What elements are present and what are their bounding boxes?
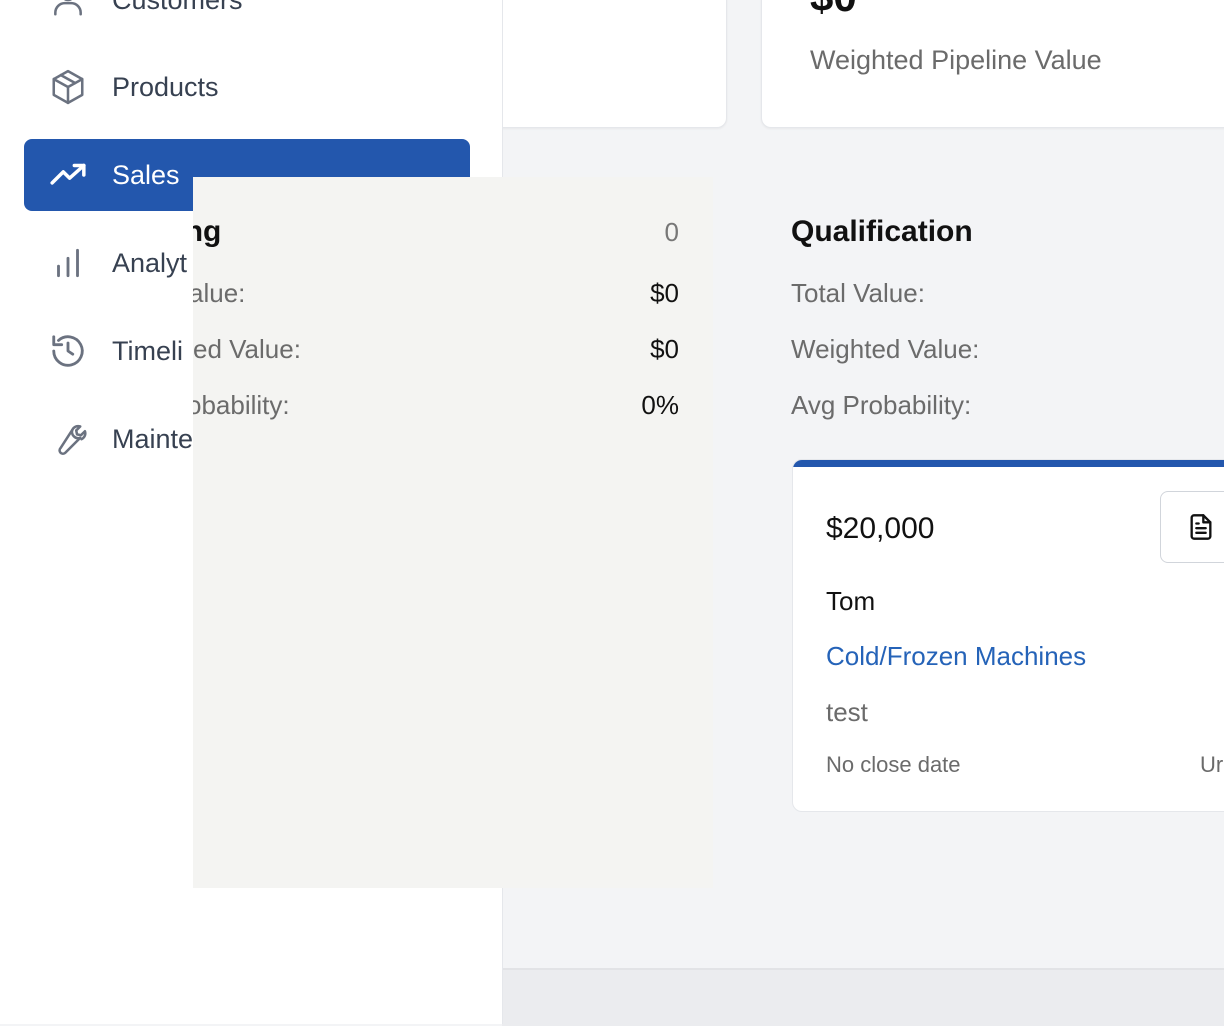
deal-product-link[interactable]: Cold/Frozen Machines (826, 641, 1086, 672)
weighted-value-label: Weighted Value: (791, 334, 980, 364)
avg-probability: 0% (641, 390, 679, 420)
weighted-pipeline-card: $0 Weighted Pipeline Value (761, 0, 1224, 128)
weighted-value: $0 (650, 334, 679, 364)
bar-chart-icon (48, 243, 88, 283)
column-title: ecting (193, 215, 222, 248)
deal-owner: Ur (1200, 752, 1224, 777)
avg-probability-label: obability: (193, 390, 290, 420)
deal-card-accent-bar (793, 460, 1224, 467)
total-value-label: alue: (193, 278, 246, 308)
total-value-label: Total Value: (791, 278, 925, 308)
deal-note: test (826, 697, 868, 727)
deal-close-date: No close date (826, 752, 961, 777)
cube-icon (48, 67, 88, 107)
column-count: 0 (664, 217, 679, 247)
trending-up-icon (48, 155, 88, 195)
sidebar-item-label: Analyt (112, 247, 188, 278)
document-icon (1190, 514, 1212, 540)
dragged-column-overlay[interactable]: ecting 0 alue: $0 ed Value: $0 obability… (193, 177, 713, 888)
sidebar-item-label: Customers (112, 0, 243, 16)
deal-contact: Tom (826, 586, 876, 616)
sidebar-item-label: Sales (112, 159, 180, 190)
qualification-title: Qualification (791, 215, 973, 248)
history-icon (48, 331, 88, 371)
sidebar-item-label: Mainte (112, 423, 194, 454)
total-value: $0 (650, 278, 679, 308)
weighted-pipeline-value: $0 (810, 0, 857, 21)
weighted-pipeline-label: Weighted Pipeline Value (810, 45, 1102, 75)
sidebar-item-customers[interactable]: Customers (24, 0, 470, 36)
users-icon (48, 0, 88, 20)
sidebar-item-products[interactable]: Products (24, 51, 470, 123)
board-footer (502, 968, 1224, 1026)
weighted-value-label: ed Value: (193, 334, 301, 364)
sidebar-item-label: Timeli (112, 335, 183, 366)
sidebar-item-label: Products (112, 71, 219, 102)
view-document-button[interactable] (1160, 491, 1224, 563)
deal-card[interactable]: $20,000 Tom Cold/Frozen Machines test No… (792, 459, 1224, 812)
avg-probability-label: Avg Probability: (791, 390, 972, 420)
wrench-icon (48, 419, 88, 459)
deal-amount: $20,000 (826, 512, 935, 545)
